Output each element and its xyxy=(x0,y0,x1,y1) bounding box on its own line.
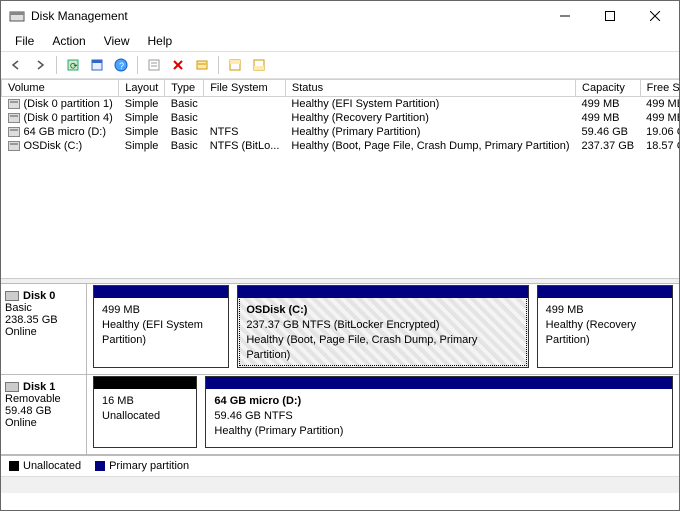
disk-info[interactable]: Disk 1 Removable59.48 GBOnline xyxy=(1,375,87,454)
partition-box[interactable]: 499 MB Healthy (Recovery Partition) xyxy=(537,285,673,368)
legend-unallocated: Unallocated xyxy=(9,460,81,472)
menu-view[interactable]: View xyxy=(96,32,138,50)
partition-box[interactable]: 64 GB micro (D:) 59.46 GB NTFS Healthy (… xyxy=(205,376,673,448)
window-title: Disk Management xyxy=(31,9,542,23)
partition-header xyxy=(94,377,196,389)
refresh-button[interactable]: ⟳ xyxy=(62,54,84,76)
app-icon xyxy=(9,8,25,24)
properties-button[interactable] xyxy=(86,54,108,76)
col-volume[interactable]: Volume xyxy=(2,80,119,97)
partition-header xyxy=(94,286,228,298)
col-type[interactable]: Type xyxy=(165,80,204,97)
forward-button[interactable] xyxy=(29,54,51,76)
horizontal-scrollbar[interactable] xyxy=(1,476,679,493)
menubar: File Action View Help xyxy=(1,31,679,51)
partition-box[interactable]: 499 MB Healthy (EFI System Partition) xyxy=(93,285,229,368)
legend-primary: Primary partition xyxy=(95,460,189,472)
table-row[interactable]: OSDisk (C:) SimpleBasicNTFS (BitLo... He… xyxy=(2,139,680,153)
content-area: Volume Layout Type File System Status Ca… xyxy=(1,79,679,510)
help-button[interactable]: ? xyxy=(110,54,132,76)
settings-button[interactable] xyxy=(143,54,165,76)
col-status[interactable]: Status xyxy=(285,80,575,97)
partition-box[interactable]: OSDisk (C:) 237.37 GB NTFS (BitLocker En… xyxy=(237,285,528,368)
back-button[interactable] xyxy=(5,54,27,76)
titlebar: Disk Management xyxy=(1,1,679,31)
close-button[interactable] xyxy=(632,2,677,31)
disk-row: Disk 1 Removable59.48 GBOnline 16 MB Una… xyxy=(1,375,679,455)
drive-icon xyxy=(8,113,20,123)
table-row[interactable]: (Disk 0 partition 4) SimpleBasic Healthy… xyxy=(2,111,680,125)
minimize-button[interactable] xyxy=(542,2,587,31)
table-row[interactable]: (Disk 0 partition 1) SimpleBasic Healthy… xyxy=(2,97,680,112)
disk-icon xyxy=(5,291,19,301)
svg-text:⟳: ⟳ xyxy=(70,61,78,71)
disk-icon xyxy=(5,382,19,392)
svg-text:?: ? xyxy=(119,61,124,71)
partition-box[interactable]: 16 MB Unallocated xyxy=(93,376,197,448)
menu-help[interactable]: Help xyxy=(140,32,181,50)
col-capacity[interactable]: Capacity xyxy=(576,80,641,97)
view-bottom-button[interactable] xyxy=(248,54,270,76)
partition-header xyxy=(538,286,672,298)
menu-file[interactable]: File xyxy=(7,32,42,50)
delete-button[interactable] xyxy=(167,54,189,76)
disk-info[interactable]: Disk 0 Basic238.35 GBOnline xyxy=(1,284,87,374)
partition-header xyxy=(206,377,672,389)
disk-map[interactable]: Disk 0 Basic238.35 GBOnline 499 MB Healt… xyxy=(1,283,679,510)
partition-header xyxy=(238,286,527,298)
drive-icon xyxy=(8,141,20,151)
col-layout[interactable]: Layout xyxy=(119,80,165,97)
drive-icon xyxy=(8,127,20,137)
maximize-button[interactable] xyxy=(587,2,632,31)
col-free[interactable]: Free Space xyxy=(640,80,679,97)
disk-row: Disk 0 Basic238.35 GBOnline 499 MB Healt… xyxy=(1,283,679,375)
drive-icon xyxy=(8,99,20,109)
view-top-button[interactable] xyxy=(224,54,246,76)
legend: Unallocated Primary partition xyxy=(1,455,679,476)
table-row[interactable]: 64 GB micro (D:) SimpleBasicNTFS Healthy… xyxy=(2,125,680,139)
toolbar: ⟳ ? xyxy=(1,51,679,79)
col-fs[interactable]: File System xyxy=(204,80,286,97)
menu-action[interactable]: Action xyxy=(44,32,93,50)
volume-list[interactable]: Volume Layout Type File System Status Ca… xyxy=(1,79,679,279)
list-icon[interactable] xyxy=(191,54,213,76)
volume-table: Volume Layout Type File System Status Ca… xyxy=(1,79,679,153)
